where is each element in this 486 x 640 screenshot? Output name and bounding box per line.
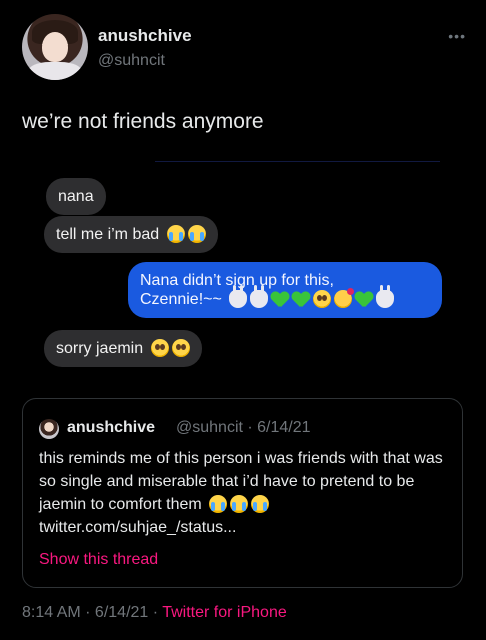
- message-bubble: sorry jaemin: [44, 330, 202, 367]
- quoted-link[interactable]: twitter.com/suhjae_/status...: [39, 519, 236, 536]
- green-heart-icon: [355, 292, 373, 308]
- tweet-footer: 8:14 AM · 6/14/21 · Twitter for iPhone: [22, 604, 287, 622]
- message-text: Czennie!~~: [140, 291, 222, 308]
- message-text: nana: [58, 188, 94, 205]
- message-text: tell me i’m bad: [56, 226, 160, 243]
- rabbit-face-icon: [250, 285, 269, 308]
- message-text: Nana didn’t sign up for this,: [140, 272, 334, 289]
- rabbit-face-icon: [229, 285, 248, 308]
- tweet-header: anushchive @suhncit •••: [22, 14, 466, 80]
- source-label[interactable]: Twitter for iPhone: [162, 604, 287, 621]
- quoted-tweet-card[interactable]: anushchive @suhncit · 6/14/21 this remin…: [22, 398, 463, 588]
- avatar[interactable]: [22, 14, 88, 80]
- green-heart-icon: [271, 292, 289, 308]
- quoted-avatar: [39, 419, 59, 439]
- screenshot-divider: [155, 161, 440, 162]
- timestamp[interactable]: 8:14 AM · 6/14/21 ·: [22, 604, 162, 621]
- message-bubble: tell me i’m bad: [44, 216, 218, 253]
- pleading-face-icon: [150, 339, 169, 357]
- loudly-crying-face-icon: [251, 495, 270, 513]
- green-heart-icon: [292, 292, 310, 308]
- loudly-crying-face-icon: [166, 225, 185, 243]
- message-text: sorry jaemin: [56, 340, 144, 357]
- show-thread-link[interactable]: Show this thread: [39, 551, 158, 569]
- author-display-name[interactable]: anushchive: [98, 26, 192, 46]
- message-bubble: nana: [46, 178, 106, 215]
- author-handle[interactable]: @suhncit: [98, 52, 165, 70]
- message-bubble-sent: Nana didn’t sign up for this, Czennie!~~: [128, 262, 442, 318]
- quoted-handle-date: @suhncit · 6/14/21: [176, 419, 311, 436]
- quoted-display-name: anushchive: [67, 419, 156, 436]
- loudly-crying-face-icon: [230, 495, 249, 513]
- pleading-face-icon: [313, 290, 332, 308]
- more-options-icon[interactable]: •••: [448, 28, 466, 44]
- pleading-face-icon: [171, 339, 190, 357]
- smiling-face-with-hearts-icon: [334, 288, 355, 308]
- quoted-tweet-text: this reminds me of this person i was fri…: [39, 447, 449, 539]
- tweet-text: we’re not friends anymore: [22, 110, 264, 133]
- rabbit-face-icon: [376, 285, 395, 308]
- loudly-crying-face-icon: [187, 225, 206, 243]
- loudly-crying-face-icon: [209, 495, 228, 513]
